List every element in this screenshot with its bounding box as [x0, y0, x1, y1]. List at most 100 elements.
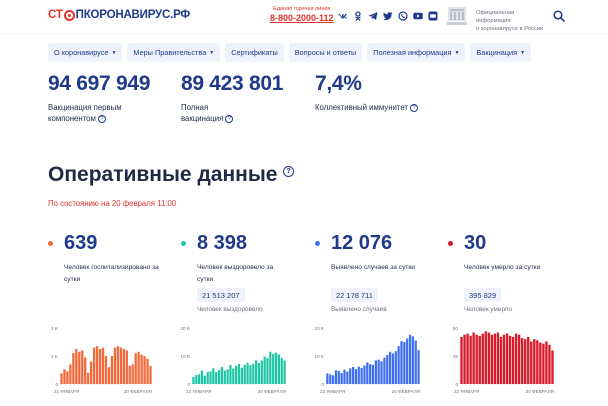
bar[interactable] [272, 353, 275, 384]
bar[interactable] [254, 360, 258, 384]
bar[interactable] [326, 373, 329, 384]
bar[interactable] [140, 354, 143, 384]
bar[interactable] [417, 350, 420, 384]
bar[interactable] [329, 374, 332, 384]
bar[interactable] [520, 338, 524, 384]
bar[interactable] [246, 362, 249, 384]
bar[interactable] [240, 367, 243, 384]
bar[interactable] [101, 347, 105, 384]
bar[interactable] [406, 338, 409, 384]
bar[interactable] [192, 377, 195, 384]
bar[interactable] [203, 375, 206, 384]
bar[interactable] [87, 372, 90, 384]
bar[interactable] [414, 340, 417, 384]
bar[interactable] [209, 371, 212, 384]
bar[interactable] [542, 343, 545, 384]
bar[interactable] [110, 356, 114, 384]
bar[interactable] [484, 331, 487, 384]
bar[interactable] [134, 353, 137, 384]
vk-icon[interactable] [338, 11, 348, 21]
bar[interactable] [223, 370, 226, 384]
ok-icon[interactable] [353, 11, 363, 21]
bar[interactable] [502, 334, 506, 384]
bar[interactable] [514, 333, 518, 384]
bar[interactable] [75, 349, 78, 384]
bar[interactable] [411, 336, 414, 384]
nav-faq[interactable]: Вопросы и ответы [288, 43, 363, 62]
bar[interactable] [346, 371, 349, 384]
bar[interactable] [243, 364, 246, 384]
bar[interactable] [388, 351, 392, 384]
bar[interactable] [343, 369, 346, 384]
bar[interactable] [277, 354, 280, 384]
bar[interactable] [220, 366, 224, 384]
bar[interactable] [84, 357, 87, 384]
bar[interactable] [340, 373, 343, 384]
bar[interactable] [394, 351, 397, 384]
bar[interactable] [530, 341, 533, 384]
bar[interactable] [90, 361, 93, 384]
bar[interactable] [472, 332, 475, 384]
youtube-icon[interactable] [413, 11, 423, 21]
nav-certificates[interactable]: Сертификаты [225, 43, 284, 62]
nav-vaccination[interactable]: Вакцинация ▼ [470, 43, 532, 62]
bar[interactable] [369, 364, 372, 384]
bar[interactable] [269, 351, 272, 384]
bar[interactable] [380, 361, 383, 384]
viber-icon[interactable] [398, 11, 408, 21]
bar[interactable] [119, 347, 122, 384]
bar[interactable] [408, 334, 412, 384]
bar[interactable] [206, 371, 209, 384]
bar[interactable] [360, 368, 363, 384]
bar[interactable] [198, 374, 201, 384]
bar[interactable] [337, 370, 340, 384]
bar[interactable] [374, 360, 377, 384]
bar[interactable] [200, 370, 204, 384]
bar[interactable] [283, 360, 286, 384]
bar[interactable] [499, 336, 503, 384]
bar[interactable] [469, 335, 472, 384]
bar[interactable] [257, 363, 261, 384]
bar[interactable] [60, 373, 63, 384]
bar[interactable] [332, 375, 335, 384]
bar[interactable] [496, 332, 500, 384]
bar[interactable] [237, 363, 241, 384]
bar[interactable] [386, 354, 389, 384]
bar[interactable] [215, 371, 218, 384]
bar[interactable] [463, 334, 466, 384]
bar[interactable] [260, 360, 263, 384]
bar[interactable] [349, 368, 352, 384]
bar[interactable] [511, 336, 515, 384]
bar[interactable] [383, 357, 386, 384]
bar[interactable] [122, 349, 125, 384]
tiktok-icon[interactable] [428, 11, 438, 21]
bar[interactable] [354, 369, 358, 384]
bar[interactable] [263, 356, 266, 384]
bar[interactable] [92, 347, 96, 384]
bar[interactable] [400, 341, 403, 384]
bar[interactable] [95, 346, 99, 384]
bar[interactable] [536, 340, 539, 384]
twitter-icon[interactable] [383, 11, 393, 21]
bar[interactable] [366, 362, 369, 384]
bar[interactable] [505, 333, 509, 384]
bar[interactable] [81, 350, 84, 384]
bar[interactable] [475, 334, 478, 384]
bar[interactable] [539, 342, 542, 384]
bar[interactable] [357, 366, 360, 384]
bar[interactable] [229, 364, 232, 384]
bar[interactable] [533, 339, 536, 384]
help-icon[interactable]: ? [283, 166, 294, 177]
bar[interactable] [545, 341, 548, 384]
bar[interactable] [481, 333, 484, 384]
bar[interactable] [334, 370, 338, 384]
bar[interactable] [104, 356, 108, 384]
bar[interactable] [235, 365, 238, 384]
nav-government-measures[interactable]: Меры Правительства ▼ [127, 43, 221, 62]
bar[interactable] [78, 351, 81, 384]
bar[interactable] [391, 353, 395, 384]
bar[interactable] [252, 363, 255, 384]
telegram-icon[interactable] [368, 11, 378, 21]
bar[interactable] [212, 368, 215, 384]
bar[interactable] [524, 339, 527, 384]
